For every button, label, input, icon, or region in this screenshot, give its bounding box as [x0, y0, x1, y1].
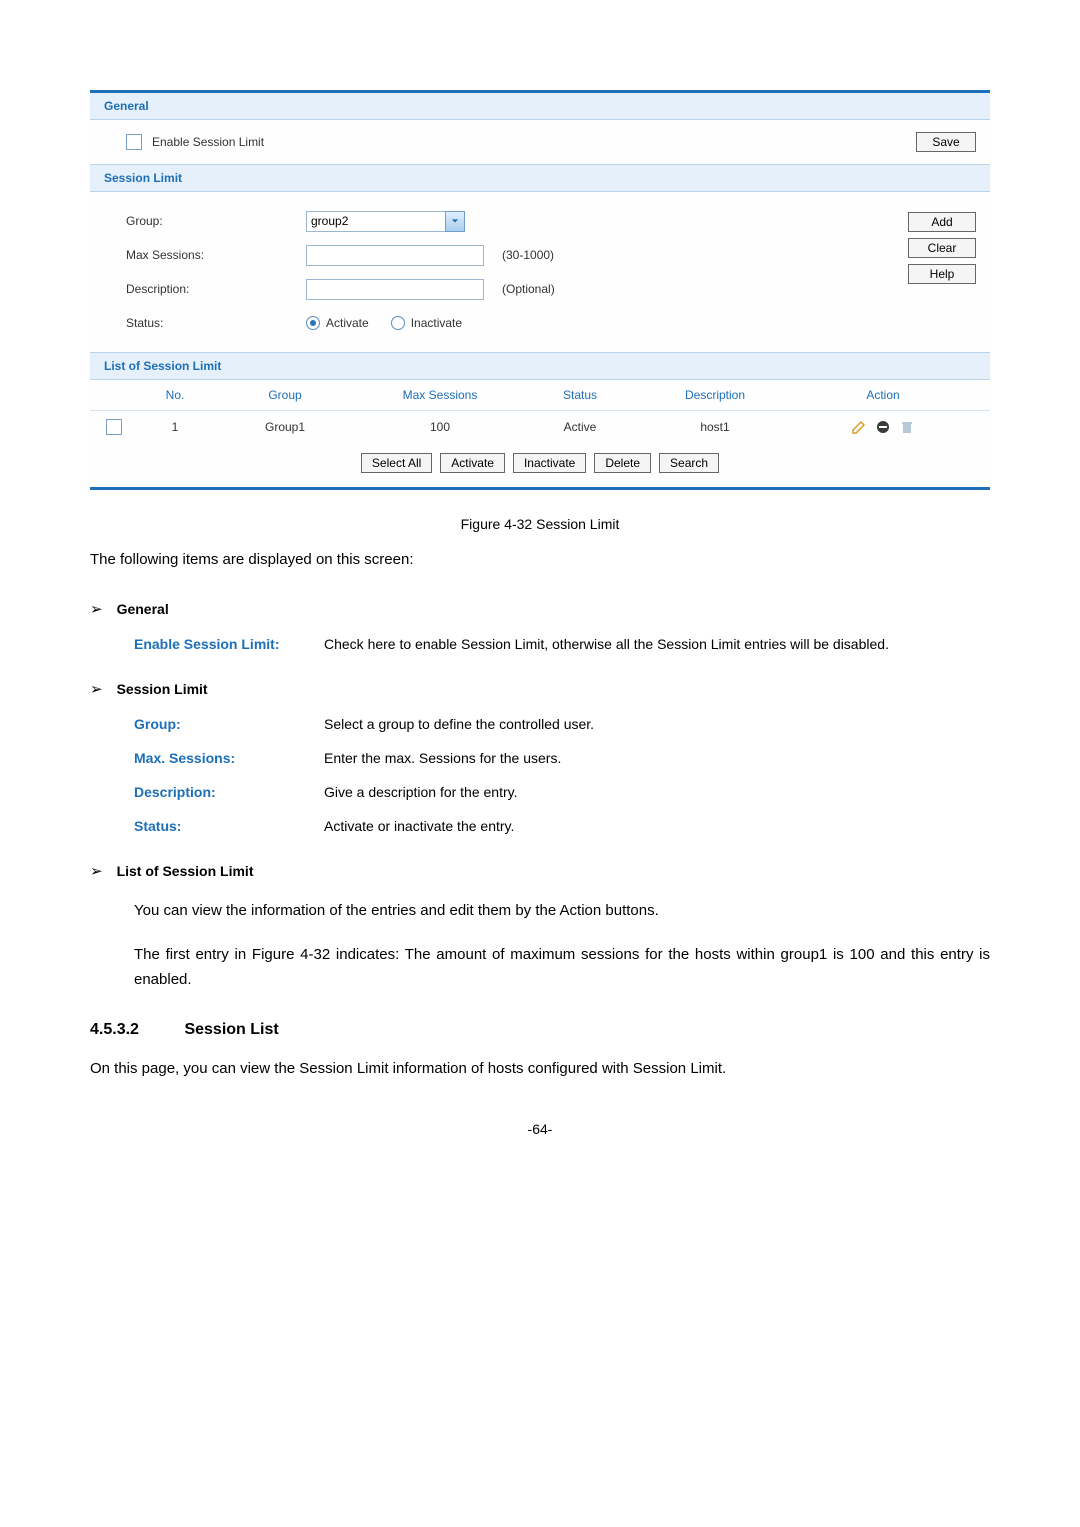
- enable-session-limit-checkbox[interactable]: [126, 134, 142, 150]
- max-sessions-hint: (30-1000): [502, 248, 554, 262]
- enable-session-limit-label: Enable Session Limit: [152, 135, 264, 149]
- chevron-down-icon[interactable]: [445, 211, 465, 232]
- col-group: Group: [210, 388, 360, 402]
- row-max: 100: [360, 420, 520, 434]
- col-desc: Description: [640, 388, 790, 402]
- general-section-header: General: [90, 93, 990, 120]
- col-status: Status: [520, 388, 640, 402]
- description-label: Description:: [126, 282, 306, 296]
- status-activate-radio[interactable]: [306, 316, 320, 330]
- inactivate-button[interactable]: Inactivate: [513, 453, 586, 473]
- status-term: Status:: [134, 818, 324, 834]
- select-all-button[interactable]: Select All: [361, 453, 432, 473]
- clear-button[interactable]: Clear: [908, 238, 976, 258]
- edit-icon[interactable]: [851, 419, 867, 435]
- max-desc: Enter the max. Sessions for the users.: [324, 750, 990, 766]
- status-activate-label: Activate: [326, 316, 369, 330]
- arrow-icon: ➢: [90, 862, 103, 880]
- status-desc: Activate or inactivate the entry.: [324, 818, 990, 834]
- group-select-input[interactable]: [306, 211, 445, 232]
- list-p1: You can view the information of the entr…: [134, 898, 990, 924]
- description-input[interactable]: [306, 279, 484, 300]
- row-group: Group1: [210, 420, 360, 434]
- figure-caption: Figure 4-32 Session Limit: [90, 516, 990, 532]
- row-desc: host1: [640, 420, 790, 434]
- status-label: Status:: [126, 316, 306, 330]
- desc-term: Description:: [134, 784, 324, 800]
- add-button[interactable]: Add: [908, 212, 976, 232]
- list-section-header: List of Session Limit: [90, 352, 990, 380]
- group-desc: Select a group to define the controlled …: [324, 716, 990, 732]
- enable-desc: Check here to enable Session Limit, othe…: [324, 636, 990, 652]
- group-label: Group:: [126, 214, 306, 228]
- arrow-icon: ➢: [90, 680, 103, 698]
- list-heading: List of Session Limit: [117, 863, 254, 879]
- activate-button[interactable]: Activate: [440, 453, 505, 473]
- session-limit-section-header: Session Limit: [90, 164, 990, 192]
- col-max: Max Sessions: [360, 388, 520, 402]
- subheading-title: Session List: [184, 1021, 278, 1038]
- subheading: 4.5.3.2 Session List: [90, 1021, 990, 1039]
- max-term: Max. Sessions:: [134, 750, 324, 766]
- general-heading: General: [117, 601, 169, 617]
- row-status: Active: [520, 420, 640, 434]
- table-row: 1 Group1 100 Active host1: [90, 411, 990, 443]
- delete-button[interactable]: Delete: [594, 453, 651, 473]
- delete-icon[interactable]: [899, 419, 915, 435]
- status-inactivate-radio[interactable]: [391, 316, 405, 330]
- intro-text: The following items are displayed on thi…: [90, 548, 990, 572]
- col-action: Action: [790, 388, 976, 402]
- page-number: -64-: [90, 1121, 990, 1137]
- arrow-icon: ➢: [90, 600, 103, 618]
- max-sessions-label: Max Sessions:: [126, 248, 306, 262]
- help-button[interactable]: Help: [908, 264, 976, 284]
- row-no: 1: [140, 420, 210, 434]
- row-checkbox[interactable]: [106, 419, 122, 435]
- desc-desc: Give a description for the entry.: [324, 784, 990, 800]
- table-header: No. Group Max Sessions Status Descriptio…: [90, 380, 990, 411]
- status-inactivate-label: Inactivate: [411, 316, 462, 330]
- session-limit-panel: General Enable Session Limit Save Sessio…: [90, 90, 990, 490]
- session-limit-heading: Session Limit: [117, 681, 208, 697]
- description-hint: (Optional): [502, 282, 555, 296]
- group-term: Group:: [134, 716, 324, 732]
- group-select[interactable]: [306, 211, 465, 232]
- disable-icon[interactable]: [875, 419, 891, 435]
- sublist-p: On this page, you can view the Session L…: [90, 1057, 990, 1081]
- enable-term: Enable Session Limit:: [134, 636, 324, 652]
- save-button[interactable]: Save: [916, 132, 976, 152]
- list-p2: The first entry in Figure 4-32 indicates…: [134, 942, 990, 993]
- subheading-num: 4.5.3.2: [90, 1021, 180, 1039]
- max-sessions-input[interactable]: [306, 245, 484, 266]
- search-button[interactable]: Search: [659, 453, 719, 473]
- col-no: No.: [140, 388, 210, 402]
